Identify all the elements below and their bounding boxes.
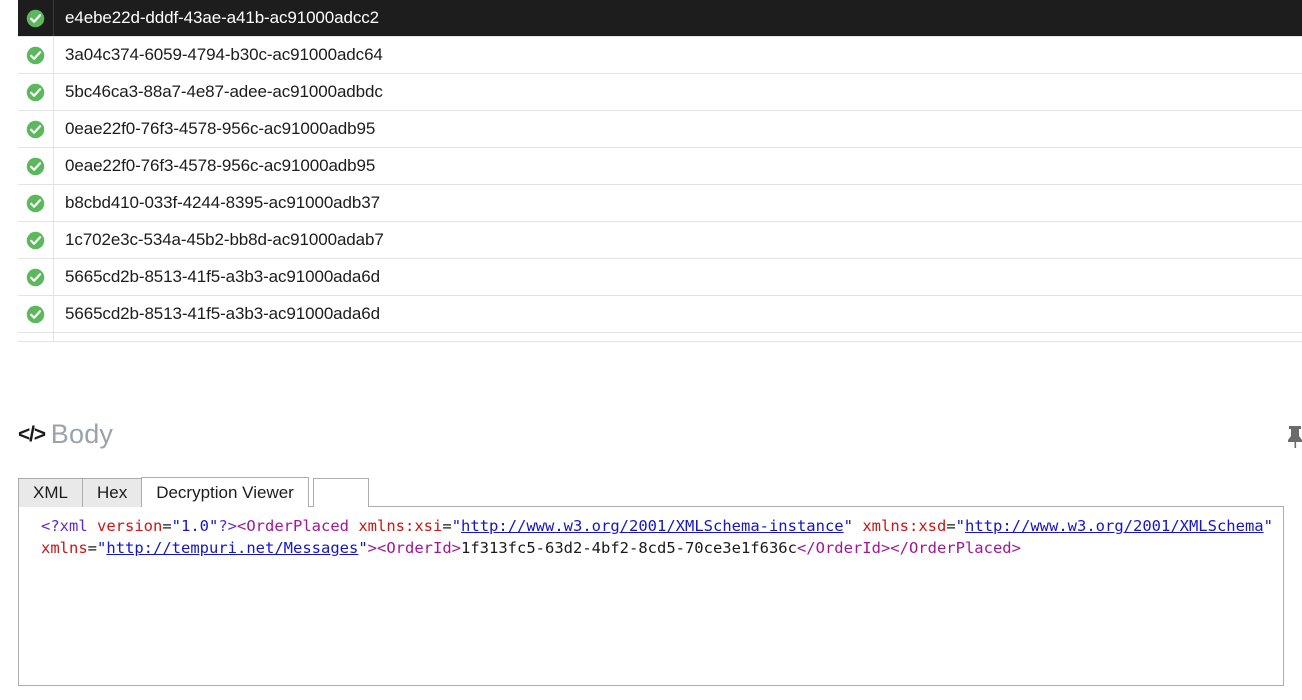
xml-token-link[interactable]: http://www.w3.org/2001/XMLSchema	[965, 517, 1264, 535]
message-list-row[interactable]: 5665cd2b-8513-41f5-a3b3-ac91000ada6d	[18, 259, 1302, 296]
row-status-cell	[18, 74, 54, 110]
message-list-row[interactable]: 5665cd2b-8513-41f5-a3b3-ac91000ada6d	[18, 296, 1302, 333]
body-section-header: </> Body	[18, 412, 1302, 456]
check-circle-icon	[26, 157, 45, 175]
xml-token-str: "1.0"	[171, 517, 219, 535]
xml-token-str: "	[358, 539, 368, 557]
check-circle-icon	[26, 120, 45, 138]
check-circle-icon	[26, 305, 45, 323]
xml-token-punc	[349, 517, 358, 535]
message-list[interactable]: e4ebe22d-dddf-43ae-a41b-ac91000adcc2 3a04…	[18, 0, 1302, 388]
message-list-row[interactable]: 0eae22f0-76f3-4578-956c-ac91000adb95	[18, 111, 1302, 148]
xml-token-attr: xmlns:xsd	[862, 517, 947, 535]
xml-token-link[interactable]: http://tempuri.net/Messages	[106, 539, 358, 557]
message-list-row[interactable]: 1c702e3c-534a-45b2-bb8d-ac91000adab7	[18, 222, 1302, 259]
row-status-cell	[18, 37, 54, 73]
xml-token-str: "	[97, 539, 107, 557]
row-status-cell	[18, 185, 54, 221]
xml-content-text: <?xml version="1.0"?><OrderPlaced xmlns:…	[41, 515, 1273, 559]
xml-token-str: "	[843, 517, 853, 535]
message-list-row[interactable]: 5bc46ca3-88a7-4e87-adee-ac91000adbdc	[18, 74, 1302, 111]
xml-token-punc: =	[162, 517, 172, 535]
xml-token-tag: <OrderId>	[377, 539, 462, 557]
message-id: 0eae22f0-76f3-4578-956c-ac91000adb95	[65, 119, 376, 138]
row-status-cell	[18, 296, 54, 332]
body-tabs[interactable]: XML Hex Decryption Viewer	[18, 477, 1302, 507]
row-status-cell	[18, 0, 54, 36]
tab-label: Hex	[96, 483, 128, 502]
xml-token-str: "	[955, 517, 966, 535]
body-section-title: Body	[50, 418, 114, 449]
xml-token-tag: >	[367, 539, 378, 557]
message-id: 1c702e3c-534a-45b2-bb8d-ac91000adab7	[65, 230, 384, 249]
row-status-cell	[18, 148, 54, 184]
message-list-row[interactable]: e4ebe22d-dddf-43ae-a41b-ac91000adcc2	[18, 0, 1302, 37]
xml-token-decl: ?>	[218, 517, 238, 535]
tab-label: XML	[33, 483, 68, 502]
xml-token-punc	[853, 517, 862, 535]
tab-hex[interactable]: Hex	[81, 478, 143, 507]
xml-token-tag: </OrderPlaced>	[890, 539, 1021, 557]
pin-icon[interactable]	[1286, 424, 1302, 448]
xml-token-attr: xmlns	[41, 539, 88, 557]
xml-token-punc	[1273, 517, 1282, 535]
message-id: 5665cd2b-8513-41f5-a3b3-ac91000ada6d	[65, 304, 380, 323]
message-list-row[interactable]: 3a04c374-6059-4794-b30c-ac91000adc64	[18, 37, 1302, 74]
row-status-cell	[18, 333, 54, 341]
tab-label: Decryption Viewer	[156, 482, 294, 502]
row-status-cell	[18, 222, 54, 258]
xml-token-punc: =	[87, 539, 98, 557]
tab-xml[interactable]: XML	[18, 478, 83, 507]
xml-token-decl: <?xml	[41, 517, 97, 535]
check-circle-icon	[26, 231, 45, 249]
row-status-cell	[18, 259, 54, 295]
xml-token-text: 1f313fc5-63d2-4bf2-8cd5-70ce3e1f636c	[461, 539, 797, 557]
row-status-cell	[18, 111, 54, 147]
message-list-row[interactable]: 0eae22f0-76f3-4578-956c-ac91000adb95	[18, 148, 1302, 185]
message-id: e4ebe22d-dddf-43ae-a41b-ac91000adcc2	[65, 8, 379, 27]
xml-token-punc: =	[442, 517, 452, 535]
check-circle-icon	[26, 9, 45, 27]
message-id: 3a04c374-6059-4794-b30c-ac91000adc64	[65, 45, 383, 64]
message-list-row[interactable]: b8cbd410-033f-4244-8395-ac91000adb37	[18, 185, 1302, 222]
tab-strip-filler	[312, 478, 369, 507]
xml-token-link[interactable]: http://www.w3.org/2001/XMLSchema-instanc…	[461, 517, 844, 535]
message-id: b8cbd410-033f-4244-8395-ac91000adb37	[65, 193, 380, 212]
decryption-viewer-panel[interactable]: <?xml version="1.0"?><OrderPlaced xmlns:…	[18, 506, 1284, 686]
xml-token-str: "	[1263, 517, 1273, 535]
tab-decryption-viewer[interactable]: Decryption Viewer	[141, 477, 309, 507]
code-brackets-icon: </>	[18, 422, 46, 446]
message-id: 5bc46ca3-88a7-4e87-adee-ac91000adbdc	[65, 82, 383, 101]
xml-token-tag: <OrderPlaced	[237, 517, 349, 535]
xml-token-str: "	[451, 517, 462, 535]
check-circle-icon	[26, 268, 45, 286]
check-circle-icon	[26, 83, 45, 101]
xml-token-attr: xmlns:xsi	[358, 517, 443, 535]
message-id: 0eae22f0-76f3-4578-956c-ac91000adb95	[65, 156, 376, 175]
xml-token-punc: =	[946, 517, 956, 535]
message-list-row[interactable]	[18, 333, 1302, 342]
xml-token-attr: version	[97, 517, 163, 535]
check-circle-icon	[26, 194, 45, 212]
message-id: 5665cd2b-8513-41f5-a3b3-ac91000ada6d	[65, 267, 380, 286]
xml-token-tag: </OrderId>	[796, 539, 891, 557]
check-circle-icon	[26, 46, 45, 64]
